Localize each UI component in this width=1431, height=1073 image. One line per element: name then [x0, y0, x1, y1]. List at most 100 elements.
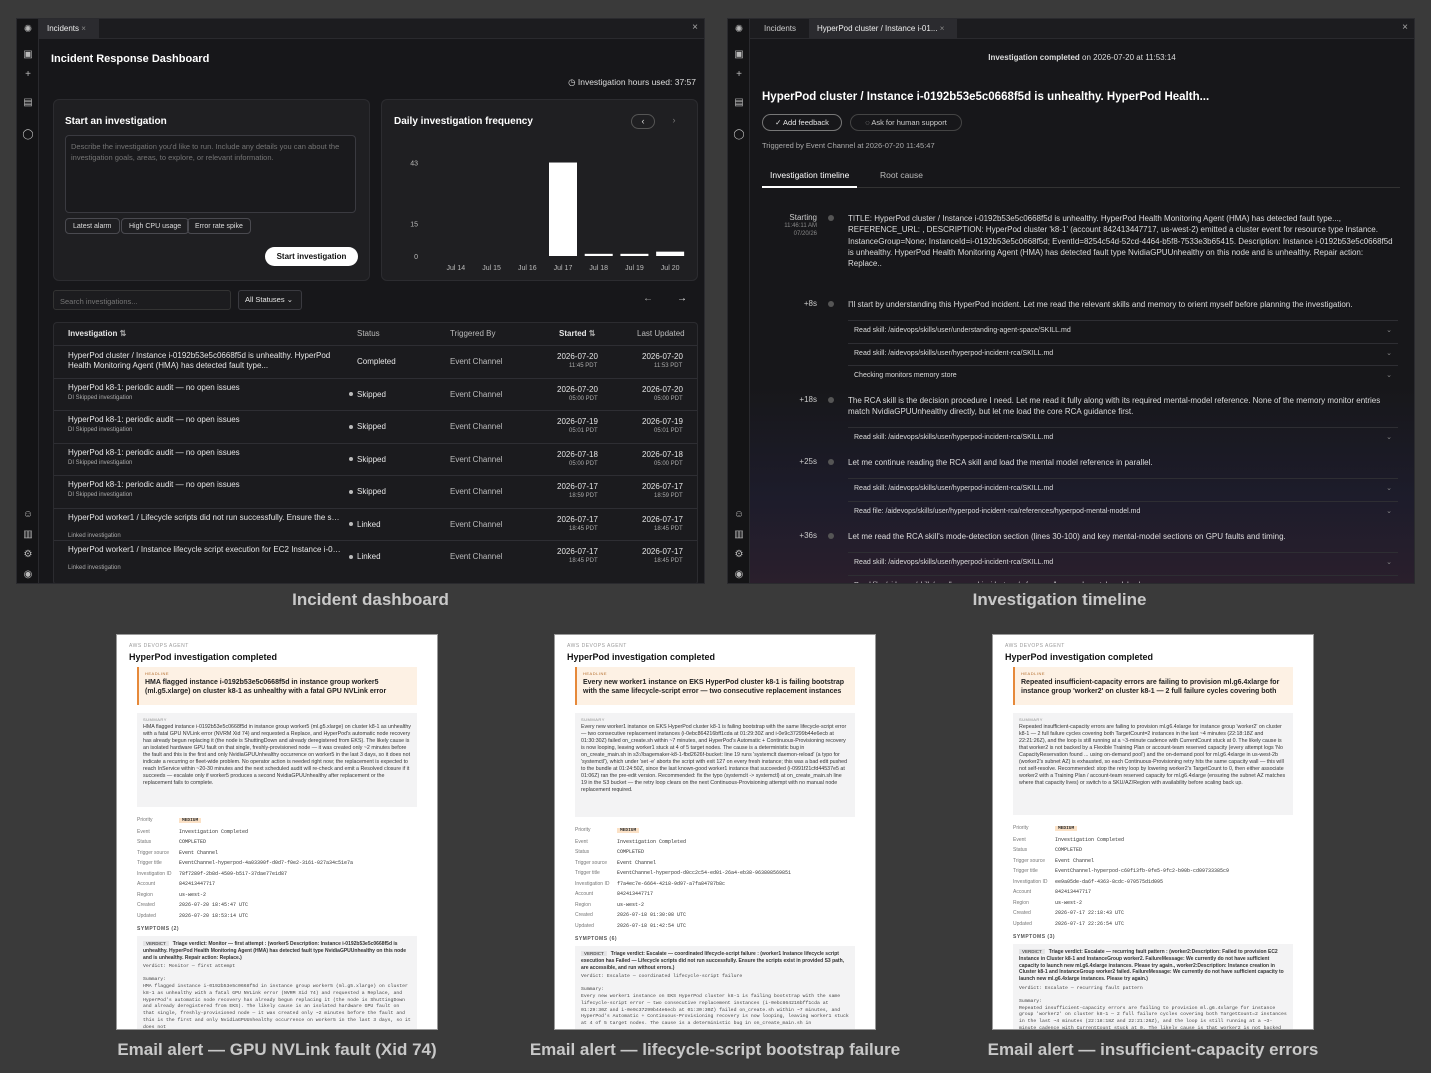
timeline-step[interactable]: Read skill: /aidevops/skills/user/hyperp… [848, 552, 1398, 573]
meta-value: 2026-07-18 01:30:08 UTC [617, 912, 687, 918]
tab-investigation-timeline[interactable]: Investigation timeline [762, 164, 858, 188]
meta-row: Investigation ID ee9a05de-da6f-4363-8cdc-… [1013, 877, 1293, 888]
row-started-time: 18:59 PDT [569, 493, 598, 499]
table-row[interactable]: HyperPod cluster / Instance i-0192b53e5c… [54, 345, 697, 378]
settings-icon[interactable]: ⚙ [22, 549, 34, 561]
row-sub: DI Skipped investigation [68, 492, 133, 498]
meta-row: Status COMPLETED [575, 847, 855, 858]
row-updated: 2026-07-19 [642, 417, 683, 426]
status-badge: Linked [349, 520, 381, 529]
investigation-description-input[interactable] [65, 135, 356, 213]
dashboard-window: ✺ ▣ + ▤ ◯ ☺ ▥ ⚙ ◉ Incidents × × Incident… [16, 18, 705, 584]
left-rail: ✺ ▣ + ▤ ◯ ☺ ▥ ⚙ ◉ [728, 19, 750, 583]
tab-root-cause[interactable]: Root cause [872, 164, 931, 188]
book-icon[interactable]: ▥ [733, 529, 745, 541]
user-icon[interactable]: ◉ [733, 569, 745, 581]
chip-error-rate[interactable]: Error rate spike [187, 218, 251, 234]
plus-icon[interactable]: + [22, 69, 34, 81]
y-tick-label: 43 [410, 161, 418, 168]
close-icon[interactable]: × [940, 24, 945, 33]
priority-badge: MEDIUM [1055, 826, 1078, 831]
x-tick-label: Jul 15 [482, 265, 501, 272]
summary-label: SUMMARY [143, 717, 167, 722]
search-input[interactable] [54, 292, 230, 311]
start-investigation-button[interactable]: Start investigation [265, 247, 358, 266]
timeline-list: Starting 11:46:11 AM 07/20/26 TITLE: HyperP… [762, 203, 1414, 583]
document-icon[interactable]: ▤ [733, 97, 745, 109]
meta-value: EventChannel-hyperpod-4a03390f-d0d7-f0e2… [179, 860, 354, 866]
table-row[interactable]: HyperPod k8-1: periodic audit — no open … [54, 377, 697, 411]
bar[interactable] [584, 253, 613, 256]
close-window-icon[interactable]: × [1402, 22, 1408, 33]
bar[interactable] [549, 162, 577, 256]
entry-text: Let me continue reading the RCA skill an… [848, 458, 1153, 467]
col-investigation[interactable]: Investigation ⇅ [68, 323, 126, 345]
book-icon[interactable]: ▥ [22, 529, 34, 541]
page-next-icon[interactable]: → [677, 293, 687, 304]
tab-incidents[interactable]: Incidents [756, 19, 804, 39]
meta-row: Status COMPLETED [137, 837, 417, 848]
table-row[interactable]: HyperPod k8-1: periodic audit — no open … [54, 475, 697, 508]
status-text: Skipped [357, 487, 386, 496]
status-badge: Skipped [349, 390, 386, 399]
page-prev-icon[interactable]: ← [643, 293, 653, 304]
chip-latest-alarm[interactable]: Latest alarm [65, 218, 120, 234]
status-filter-select[interactable]: All Statuses ⌄ [238, 290, 302, 310]
close-window-icon[interactable]: × [692, 22, 698, 33]
user-icon[interactable]: ◉ [22, 569, 34, 581]
timeline-step[interactable]: Read skill: /aidevops/skills/user/hyperp… [848, 427, 1398, 448]
search-box[interactable] [53, 290, 231, 311]
caption-timeline: Investigation timeline [972, 590, 1147, 609]
col-started[interactable]: Started ⇅ [559, 323, 596, 345]
panel-icon[interactable]: ▣ [733, 49, 745, 61]
row-trigger: Event Channel [450, 389, 503, 399]
timeline-step[interactable]: Read skill: /aidevops/skills/user/hyperp… [848, 342, 1398, 364]
plus-icon[interactable]: + [733, 69, 745, 81]
document-icon[interactable]: ▤ [22, 97, 34, 109]
add-feedback-button[interactable]: ✓ Add feedback [762, 114, 842, 131]
meta-row: Trigger source Event Channel [137, 848, 417, 859]
chat-icon[interactable]: ◯ [733, 129, 745, 141]
settings-icon[interactable]: ⚙ [733, 549, 745, 561]
meta-key: Investigation ID [137, 870, 172, 877]
table-row[interactable]: HyperPod k8-1: periodic audit — no open … [54, 442, 697, 476]
meta-key: Priority [1013, 825, 1029, 831]
entry-text: I'll start by understanding this HyperPo… [848, 300, 1353, 309]
bar[interactable] [620, 253, 649, 256]
bar[interactable] [656, 251, 685, 256]
timeline-step[interactable]: Read file: /aidevops/skills/user/hyperpo… [848, 500, 1398, 522]
meta-row: Investigation ID f7a4ec7e-6664-4218-9d97-… [575, 879, 855, 890]
row-started: 2026-07-20 [557, 384, 598, 394]
meta-row: Updated 2026-07-20 18:53:14 UTC [137, 911, 417, 922]
chart-prev-button[interactable]: ‹ [631, 114, 655, 129]
col-started-label: Started [559, 329, 587, 338]
priority-badge: MEDIUM [179, 818, 202, 823]
row-started: 2026-07-17 [557, 547, 598, 556]
human-support-button[interactable]: ◌ Ask for human support [850, 114, 962, 131]
bot-icon[interactable]: ☺ [733, 509, 745, 521]
chip-high-cpu[interactable]: High CPU usage [121, 218, 190, 234]
table-row[interactable]: HyperPod worker1 / Instance lifecycle sc… [54, 540, 697, 573]
tab-incidents[interactable]: Incidents × [39, 19, 99, 39]
table-row[interactable]: HyperPod worker1 / Lifecycle scripts did… [54, 507, 697, 541]
status-badge: Linked [349, 552, 381, 561]
chart-next-button[interactable]: › [662, 114, 686, 129]
headline-text: HMA flagged instance i-0192b53e5c0668f5d… [145, 679, 387, 695]
chat-icon[interactable]: ◯ [22, 129, 34, 141]
row-trigger: Event Channel [450, 357, 503, 366]
clock-icon: ◷ [568, 77, 576, 87]
timeline-step[interactable]: Read skill: /aidevops/skills/user/unders… [848, 320, 1398, 341]
table-row[interactable]: HyperPod k8-1: periodic audit — no open … [54, 410, 697, 443]
row-trigger: Event Channel [450, 519, 503, 529]
timeline-step[interactable]: Read file: /aidevops/skills/user/hyperpo… [848, 574, 1398, 583]
timeline-step[interactable]: Checking monitors memory store [848, 365, 1398, 386]
close-icon[interactable]: × [81, 24, 86, 33]
bot-icon[interactable]: ☺ [22, 509, 34, 521]
row-started-time: 18:45 PDT [569, 558, 598, 564]
symptom-summary: Summary: Every new worker1 instance on E… [581, 987, 849, 1027]
meta-value: Investigation Completed [1055, 836, 1125, 843]
timeline-step[interactable]: Read skill: /aidevops/skills/user/hyperp… [848, 478, 1398, 499]
meta-key: Status [575, 849, 590, 855]
tab-investigation[interactable]: HyperPod cluster / Instance i-01... × [809, 19, 957, 39]
panel-icon[interactable]: ▣ [22, 49, 34, 61]
